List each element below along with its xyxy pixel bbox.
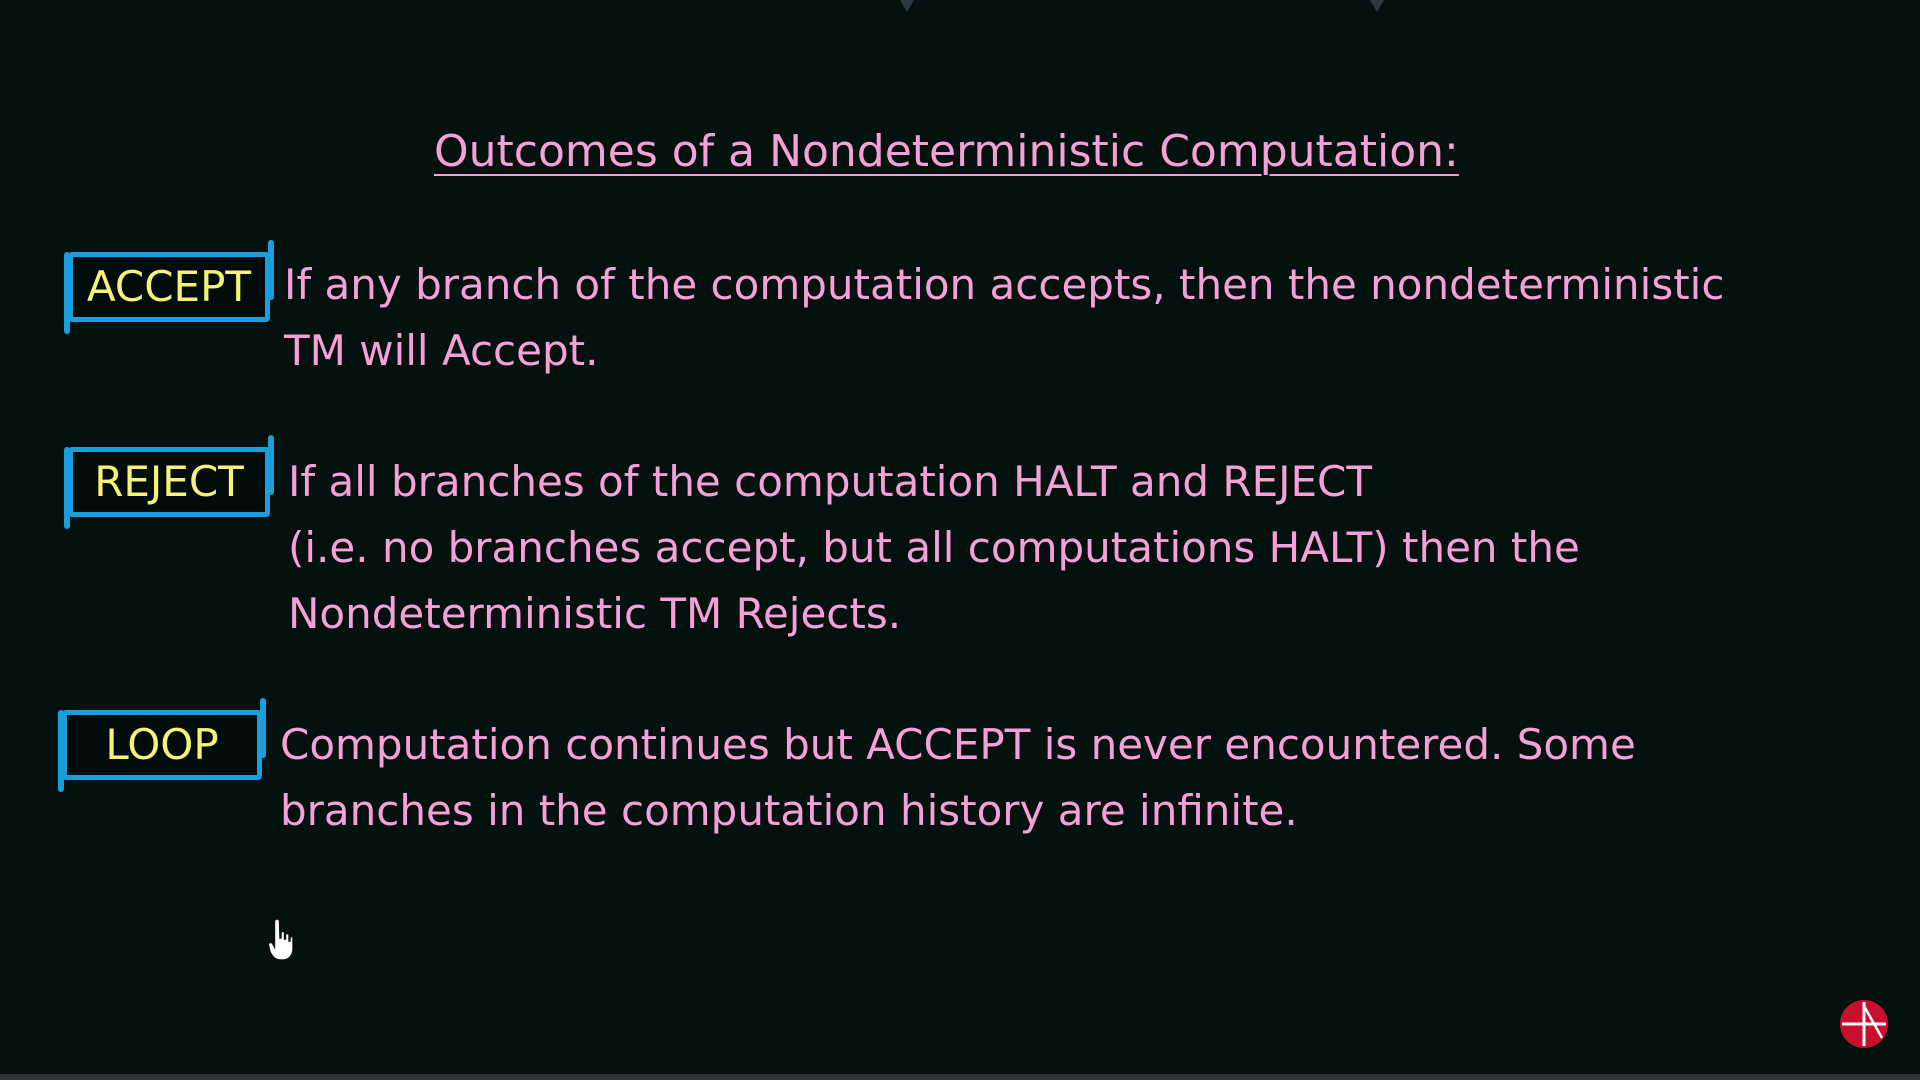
accept-line-1: If any branch of the computation accepts…: [284, 260, 1725, 309]
circle-arrow-logo-icon: [1840, 1000, 1888, 1048]
loop-label-text: LOOP: [105, 720, 219, 769]
reject-label-text: REJECT: [94, 457, 244, 506]
top-marker-right: [1370, 0, 1384, 12]
accept-label: ACCEPT: [64, 240, 274, 334]
reject-line-2: (i.e. no branches accept, but all comput…: [288, 523, 1580, 572]
reject-line-1: If all branches of the computation HALT …: [288, 457, 1373, 506]
accept-description: If any branch of the computation accepts…: [284, 252, 1724, 384]
reject-label: REJECT: [64, 435, 274, 529]
accept-label-text: ACCEPT: [86, 262, 252, 311]
bottom-bar: [0, 1074, 1920, 1080]
loop-line-2: branches in the computation history are …: [280, 786, 1298, 835]
slide-title: Outcomes of a Nondeterministic Computati…: [434, 126, 1459, 177]
top-marker-left: [900, 0, 914, 12]
loop-description: Computation continues but ACCEPT is neve…: [280, 712, 1636, 844]
hand-pointer-icon: [268, 918, 294, 961]
reject-line-3: Nondeterministic TM Rejects.: [288, 589, 902, 638]
slide: Outcomes of a Nondeterministic Computati…: [0, 0, 1920, 1080]
loop-line-1: Computation continues but ACCEPT is neve…: [280, 720, 1636, 769]
loop-label: LOOP: [58, 698, 266, 792]
reject-description: If all branches of the computation HALT …: [288, 449, 1580, 647]
accept-line-2: TM will Accept.: [284, 326, 599, 375]
